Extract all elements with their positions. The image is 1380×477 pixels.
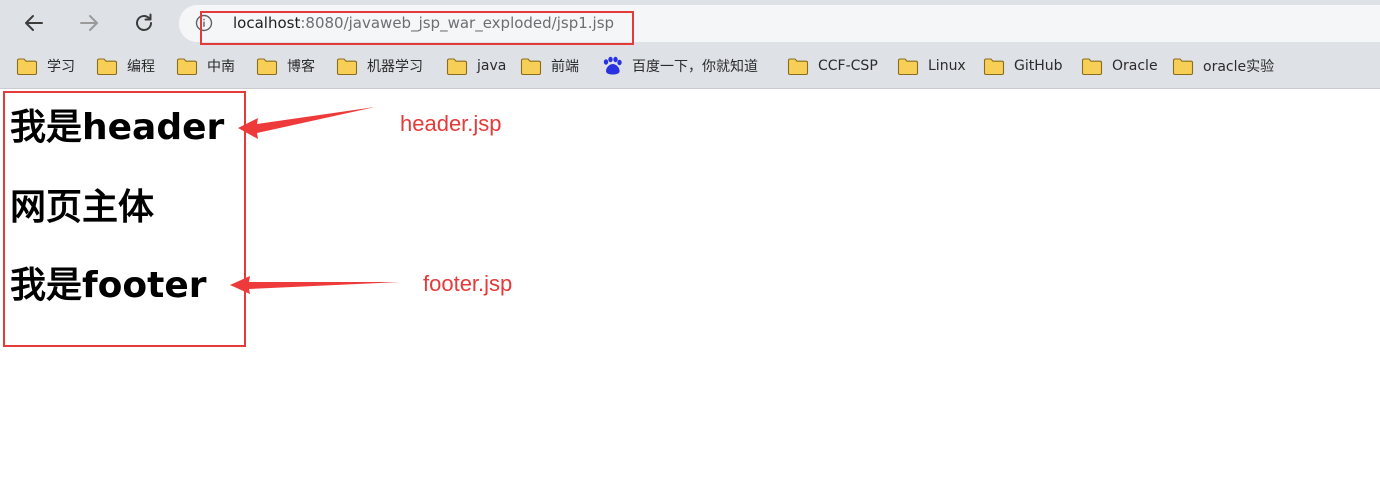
footer-annotation-label: footer.jsp <box>423 271 513 296</box>
header-arrow-icon <box>238 107 375 139</box>
header-annotation-label: header.jsp <box>400 111 502 136</box>
annotation-arrows <box>230 107 400 294</box>
footer-arrow-icon <box>230 276 400 294</box>
